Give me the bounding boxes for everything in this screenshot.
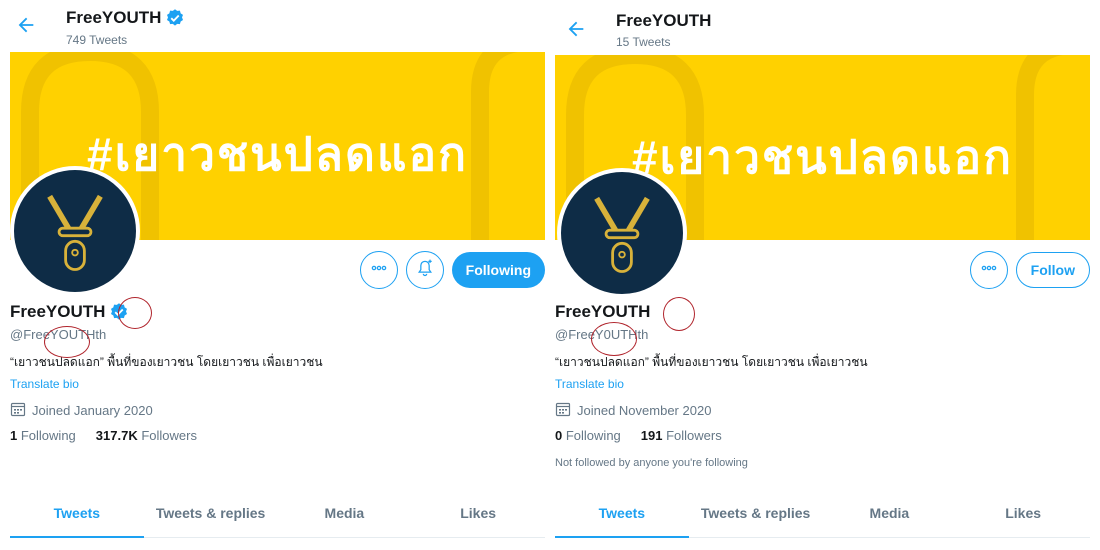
back-arrow-icon[interactable] bbox=[15, 14, 39, 38]
profile-name: FreeYOUTH bbox=[555, 302, 650, 322]
translate-bio-link[interactable]: Translate bio bbox=[555, 377, 624, 391]
profile-panel-impersonator: FreeYOUTH 15 Tweets #เยาวชนปลดแอก Follow… bbox=[555, 0, 1090, 550]
notification-bell-icon bbox=[415, 258, 435, 283]
profile-actions: Following bbox=[359, 251, 545, 289]
tab-tweets[interactable]: Tweets bbox=[555, 490, 689, 538]
profile-tabs: Tweets Tweets & replies Media Likes bbox=[10, 490, 545, 538]
tab-media[interactable]: Media bbox=[278, 490, 412, 537]
verified-badge-icon bbox=[165, 8, 185, 28]
back-arrow-icon[interactable] bbox=[565, 18, 589, 42]
profile-actions: Follow bbox=[969, 251, 1090, 289]
header-name: FreeYOUTH bbox=[616, 11, 711, 31]
logo-icon bbox=[47, 194, 103, 271]
followers-label: Followers bbox=[666, 428, 722, 443]
notifications-button[interactable] bbox=[405, 251, 444, 289]
header-name-text: FreeYOUTH bbox=[616, 11, 712, 30]
profile-header-bar: FreeYOUTH 749 Tweets bbox=[10, 0, 545, 52]
followers-count: 191 bbox=[640, 428, 663, 443]
tab-media[interactable]: Media bbox=[823, 490, 957, 537]
annotation-circle bbox=[663, 297, 695, 331]
more-button[interactable] bbox=[359, 251, 398, 289]
followers-stat[interactable]: 317.7K Followers bbox=[96, 428, 197, 443]
following-label: Following bbox=[20, 428, 76, 443]
logo-icon bbox=[594, 196, 650, 273]
tweet-count: 15 Tweets bbox=[616, 35, 671, 49]
calendar-icon bbox=[555, 401, 571, 420]
annotation-circle bbox=[118, 297, 152, 329]
follow-stats: 0 Following 191 Followers bbox=[555, 428, 722, 443]
following-label: Following bbox=[565, 428, 621, 443]
annotation-circle bbox=[591, 322, 637, 356]
profile-header-bar: FreeYOUTH 15 Tweets bbox=[555, 0, 1090, 52]
annotation-circle bbox=[44, 326, 90, 358]
following-stat[interactable]: 1 Following bbox=[10, 428, 76, 443]
tab-tweets[interactable]: Tweets bbox=[10, 490, 144, 538]
following-count: 0 bbox=[555, 428, 563, 443]
header-name: FreeYOUTH bbox=[66, 8, 185, 28]
profile-name: FreeYOUTH bbox=[10, 302, 129, 322]
followers-label: Followers bbox=[141, 428, 197, 443]
follow-stats: 1 Following 317.7K Followers bbox=[10, 428, 197, 443]
more-icon bbox=[979, 258, 999, 283]
follow-button[interactable]: Follow bbox=[1015, 252, 1090, 288]
header-name-text: FreeYOUTH bbox=[66, 8, 162, 27]
translate-bio-link[interactable]: Translate bio bbox=[10, 377, 79, 391]
avatar[interactable] bbox=[10, 166, 140, 296]
more-icon bbox=[369, 258, 389, 283]
following-stat[interactable]: 0 Following bbox=[555, 428, 621, 443]
tab-tweets-replies[interactable]: Tweets & replies bbox=[144, 490, 278, 537]
profile-bio: “เยาวชนปลดแอก” พื้นที่ของเยาวชน โดยเยาวช… bbox=[555, 355, 868, 369]
joined-text: Joined November 2020 bbox=[577, 403, 712, 418]
joined-date: Joined November 2020 bbox=[555, 401, 711, 420]
not-followed-note: Not followed by anyone you're following bbox=[555, 457, 748, 469]
avatar[interactable] bbox=[557, 168, 687, 298]
more-button[interactable] bbox=[969, 251, 1008, 289]
joined-text: Joined January 2020 bbox=[32, 403, 153, 418]
following-count: 1 bbox=[10, 428, 18, 443]
profile-name-text: FreeYOUTH bbox=[10, 302, 106, 321]
profile-name-text: FreeYOUTH bbox=[555, 302, 651, 321]
tweet-count: 749 Tweets bbox=[66, 33, 128, 47]
followers-stat[interactable]: 191 Followers bbox=[641, 428, 722, 443]
joined-date: Joined January 2020 bbox=[10, 401, 153, 420]
profile-tabs: Tweets Tweets & replies Media Likes bbox=[555, 490, 1090, 538]
following-button[interactable]: Following bbox=[451, 252, 545, 288]
tab-likes[interactable]: Likes bbox=[411, 490, 545, 537]
tab-likes[interactable]: Likes bbox=[956, 490, 1090, 537]
tab-tweets-replies[interactable]: Tweets & replies bbox=[689, 490, 823, 537]
followers-count: 317.7K bbox=[95, 428, 138, 443]
calendar-icon bbox=[10, 401, 26, 420]
profile-panel-original: FreeYOUTH 749 Tweets #เยาวชนปลดแอก Follo… bbox=[10, 0, 545, 550]
